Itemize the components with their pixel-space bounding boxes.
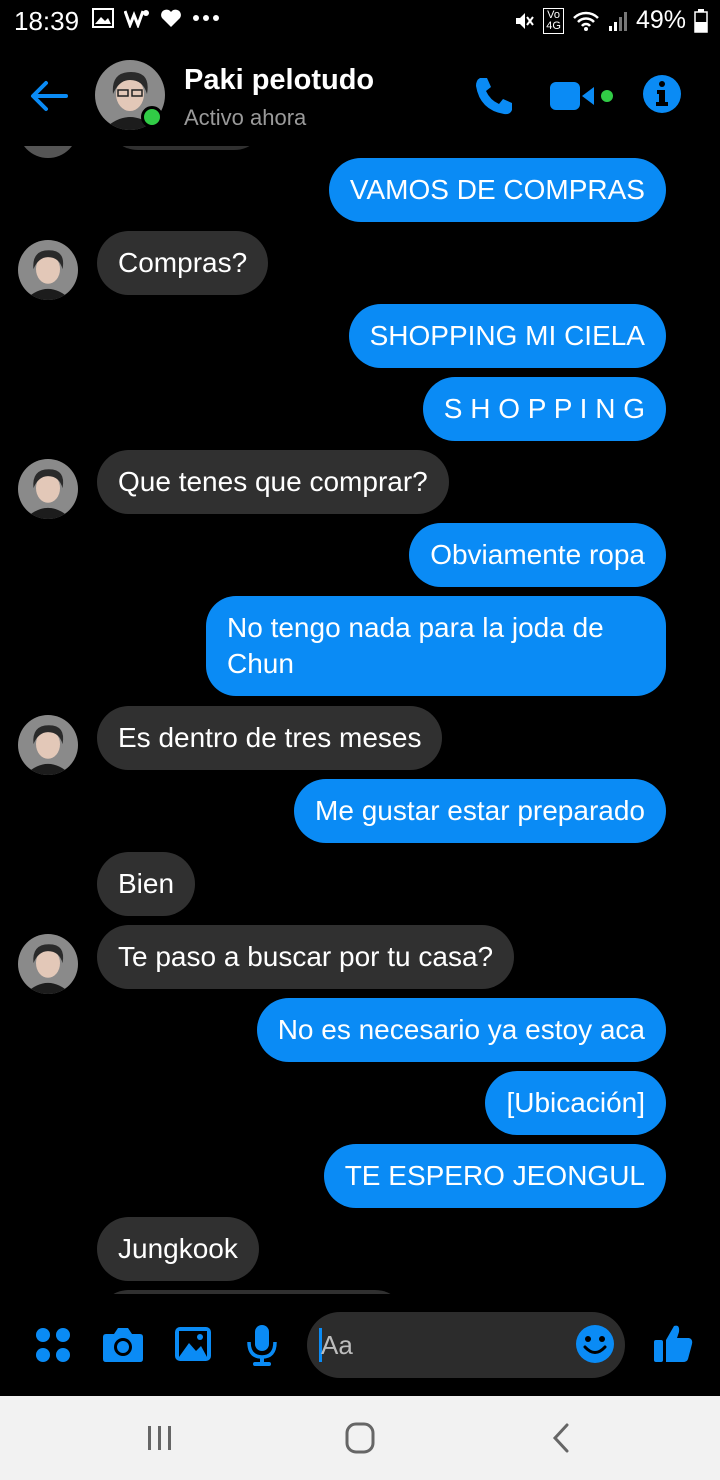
sender-avatar[interactable] xyxy=(18,459,78,519)
video-call-icon[interactable] xyxy=(548,78,616,116)
outgoing-message[interactable]: SHOPPING MI CIELA xyxy=(348,304,666,368)
home-icon[interactable] xyxy=(340,1420,380,1456)
network-4g-icon: Vo 4G xyxy=(543,7,564,34)
sender-avatar[interactable] xyxy=(18,240,78,300)
contact-active-status: Activo ahora xyxy=(184,105,307,130)
heart-notification-icon xyxy=(161,9,181,27)
incoming-message[interactable]: Jungkook xyxy=(97,1217,259,1281)
app-w-notification-icon xyxy=(124,10,149,28)
partial-avatar xyxy=(18,146,78,158)
microphone-icon[interactable] xyxy=(246,1324,278,1366)
message-line: Chun xyxy=(227,648,294,679)
gallery-icon[interactable] xyxy=(174,1326,212,1362)
status-time: 18:39 xyxy=(14,6,80,36)
info-icon[interactable] xyxy=(642,74,682,114)
outgoing-message[interactable]: No es necesario ya estoy aca xyxy=(256,998,666,1062)
message-line: No tengo nada para la joda de xyxy=(227,612,604,643)
signal-icon xyxy=(608,11,627,31)
battery-icon xyxy=(694,8,708,33)
wifi-icon xyxy=(573,11,599,31)
outgoing-message[interactable]: Obviamente ropa xyxy=(409,523,666,587)
status-bar: 18:39 Vo 4G 49% xyxy=(0,0,720,44)
outgoing-message[interactable]: TE ESPERO JEONGUL xyxy=(323,1144,666,1208)
message-list[interactable]: VAMOS DE COMPRAS Compras? SHOPPING MI CI… xyxy=(0,146,720,1294)
sender-avatar[interactable] xyxy=(18,715,78,775)
message-input-placeholder: Aa xyxy=(321,1330,353,1360)
back-arrow-icon[interactable] xyxy=(26,74,70,118)
camera-icon[interactable] xyxy=(102,1324,144,1364)
message-input[interactable]: Aa xyxy=(307,1312,625,1378)
partial-incoming-bubble xyxy=(106,146,266,150)
emoji-icon[interactable] xyxy=(575,1324,615,1364)
incoming-message[interactable]: Es dentro de tres meses xyxy=(97,706,443,770)
phone-call-icon[interactable] xyxy=(472,74,516,118)
back-nav-icon[interactable] xyxy=(542,1420,582,1456)
message-composer: Aa xyxy=(0,1304,720,1394)
thumbs-up-icon[interactable] xyxy=(652,1322,694,1364)
incoming-message[interactable]: Bien xyxy=(97,852,196,916)
more-notifications-icon xyxy=(193,15,219,21)
incoming-message[interactable]: Compras? xyxy=(97,231,269,295)
partial-incoming-bubble xyxy=(97,1290,407,1294)
outgoing-message[interactable]: VAMOS DE COMPRAS xyxy=(328,158,666,222)
location-message[interactable]: [Ubicación] xyxy=(485,1071,666,1135)
outgoing-message[interactable]: No tengo nada para la joda de Chun xyxy=(206,596,666,696)
system-navigation-bar xyxy=(0,1396,720,1480)
sender-avatar[interactable] xyxy=(18,934,78,994)
incoming-message[interactable]: Te paso a buscar por tu casa? xyxy=(97,925,515,989)
mute-icon xyxy=(516,12,535,29)
online-status-dot xyxy=(141,106,163,128)
more-actions-icon[interactable] xyxy=(34,1326,72,1364)
recent-apps-icon[interactable] xyxy=(140,1420,180,1456)
outgoing-message[interactable]: Me gustar estar preparado xyxy=(294,779,666,843)
outgoing-message[interactable]: S H O P P I N G xyxy=(422,377,666,441)
gallery-notification-icon xyxy=(92,8,114,28)
contact-name[interactable]: Paki pelotudo xyxy=(184,64,374,97)
battery-percentage: 49% xyxy=(635,6,686,34)
conversation-header: Paki pelotudo Activo ahora xyxy=(0,50,720,146)
incoming-message[interactable]: Que tenes que comprar? xyxy=(97,450,449,514)
